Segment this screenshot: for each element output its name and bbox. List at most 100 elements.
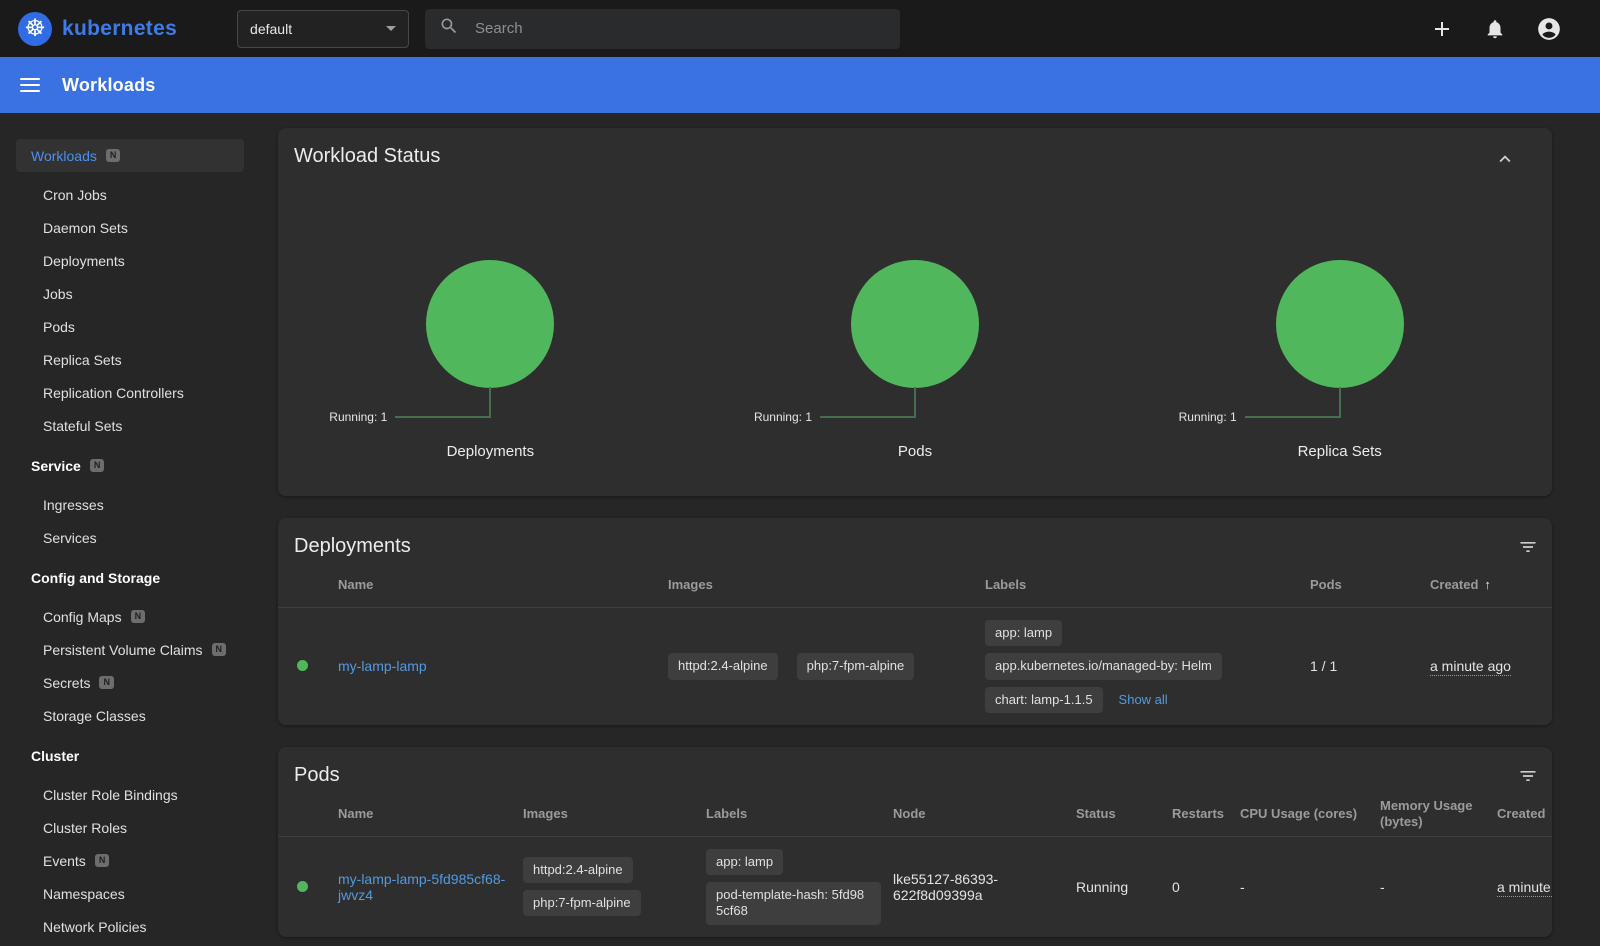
- namespaced-badge: N: [131, 610, 146, 623]
- cpu-usage-cell: -: [1240, 879, 1380, 895]
- chart-title: Deployments: [278, 443, 703, 460]
- sidebar-item-cluster-role-bindings[interactable]: Cluster Role Bindings: [0, 778, 262, 811]
- memory-usage-cell: -: [1380, 879, 1497, 895]
- image-chip: php:7-fpm-alpine: [523, 890, 641, 916]
- image-chip: httpd:2.4-alpine: [668, 653, 778, 679]
- legend-connector-line: [820, 387, 916, 418]
- sidebar-item-deployments[interactable]: Deployments: [0, 244, 262, 277]
- namespaced-badge: N: [212, 643, 227, 656]
- sidebar-item-secrets[interactable]: Secrets N: [0, 666, 262, 699]
- main-content: Workload Status Running: 1 Deployments: [262, 113, 1600, 946]
- search-icon: [439, 16, 459, 41]
- chart-title: Replica Sets: [1127, 443, 1552, 460]
- table-row: my-lamp-lamp httpd:2.4-alpine php:7-fpm-…: [278, 608, 1552, 725]
- brand[interactable]: ☸ kubernetes: [18, 12, 177, 46]
- deployment-name-link[interactable]: my-lamp-lamp: [338, 658, 427, 674]
- sidebar: Workloads N Cron Jobs Daemon Sets Deploy…: [0, 113, 262, 946]
- label-chip: pod-template-hash: 5fd985cf68: [706, 882, 881, 925]
- legend-connector-line: [395, 387, 491, 418]
- sidebar-item-services[interactable]: Services: [0, 521, 262, 554]
- page-title: Workloads: [62, 75, 156, 96]
- column-header-node[interactable]: Node: [893, 806, 1076, 822]
- sidebar-item-network-policies[interactable]: Network Policies: [0, 910, 262, 943]
- menu-icon[interactable]: [20, 78, 40, 92]
- column-header-images[interactable]: Images: [668, 577, 985, 593]
- sidebar-item-persistent-volume-claims[interactable]: Persistent Volume Claims N: [0, 633, 262, 666]
- legend-label: Running: 1: [754, 410, 812, 424]
- filter-icon[interactable]: [1518, 766, 1538, 786]
- column-header-status-text[interactable]: Status: [1076, 806, 1172, 822]
- sidebar-item-cron-jobs[interactable]: Cron Jobs: [0, 178, 262, 211]
- sidebar-item-config-maps[interactable]: Config Maps N: [0, 600, 262, 633]
- namespaced-badge: N: [106, 149, 121, 162]
- node-cell: lke55127-86393-622f8d09399a: [893, 871, 1076, 903]
- column-header-restarts[interactable]: Restarts: [1172, 806, 1240, 822]
- table-row: my-lamp-lamp-5fd985cf68-jwvz4 httpd:2.4-…: [278, 837, 1552, 937]
- sidebar-item-daemon-sets[interactable]: Daemon Sets: [0, 211, 262, 244]
- column-header-name[interactable]: Name: [338, 577, 668, 593]
- column-header-images[interactable]: Images: [523, 806, 706, 822]
- images-cell: httpd:2.4-alpine php:7-fpm-alpine: [668, 653, 985, 679]
- image-chip: httpd:2.4-alpine: [523, 857, 633, 883]
- chevron-up-icon: [1494, 148, 1516, 170]
- column-header-created[interactable]: Created ↑: [1497, 806, 1552, 822]
- deployments-table-header: Name Images Labels Pods Created ↑: [278, 564, 1552, 608]
- pod-name-link[interactable]: my-lamp-lamp-5fd985cf68-jwvz4: [338, 871, 505, 903]
- sidebar-item-jobs[interactable]: Jobs: [0, 277, 262, 310]
- pods-table-header: Name Images Labels Node Status Restarts …: [278, 793, 1552, 837]
- label-chip: chart: lamp-1.1.5: [985, 687, 1103, 713]
- pods-pie-chart: Running: 1 Pods: [703, 260, 1128, 460]
- sidebar-item-namespaces[interactable]: Namespaces: [0, 877, 262, 910]
- deployments-card: Deployments Name Images Labels Pods Crea…: [278, 518, 1552, 725]
- account-circle-icon: [1536, 16, 1562, 42]
- status-ok-icon: [297, 660, 308, 671]
- sidebar-header-cluster[interactable]: Cluster: [0, 739, 262, 772]
- sidebar-item-replica-sets[interactable]: Replica Sets: [0, 343, 262, 376]
- plus-icon: [1430, 17, 1454, 41]
- column-header-memory[interactable]: Memory Usage (bytes): [1380, 798, 1497, 831]
- sidebar-item-stateful-sets[interactable]: Stateful Sets: [0, 409, 262, 442]
- deployments-title: Deployments: [294, 535, 411, 558]
- notifications-button[interactable]: [1484, 18, 1506, 40]
- sidebar-group-workloads: Cron Jobs Daemon Sets Deployments Jobs P…: [0, 178, 262, 442]
- image-chip: php:7-fpm-alpine: [797, 653, 915, 679]
- pie-running-slice: [1276, 260, 1404, 388]
- sidebar-item-workloads[interactable]: Workloads N: [16, 139, 244, 172]
- workload-status-charts: Running: 1 Deployments Running: 1 Pods: [278, 260, 1552, 496]
- column-header-labels[interactable]: Labels: [706, 806, 893, 822]
- sidebar-header-config-and-storage[interactable]: Config and Storage: [0, 561, 262, 594]
- sidebar-item-replication-controllers[interactable]: Replication Controllers: [0, 376, 262, 409]
- images-cell: httpd:2.4-alpine php:7-fpm-alpine: [523, 857, 706, 917]
- search-bar[interactable]: [425, 9, 900, 49]
- column-header-pods[interactable]: Pods: [1310, 577, 1430, 593]
- legend-label: Running: 1: [1179, 410, 1237, 424]
- pie-running-slice: [426, 260, 554, 388]
- replica-sets-pie-chart: Running: 1 Replica Sets: [1127, 260, 1552, 460]
- column-header-name[interactable]: Name: [338, 806, 523, 822]
- sidebar-item-events[interactable]: Events N: [0, 844, 262, 877]
- status-cell: Running: [1076, 879, 1172, 895]
- sidebar-group-config: Config Maps N Persistent Volume Claims N…: [0, 600, 262, 732]
- column-header-cpu[interactable]: CPU Usage (cores): [1240, 806, 1380, 822]
- brand-name: kubernetes: [62, 17, 177, 41]
- filter-icon[interactable]: [1518, 537, 1538, 557]
- create-resource-button[interactable]: [1430, 17, 1454, 41]
- workload-status-card: Workload Status Running: 1 Deployments: [278, 128, 1552, 496]
- search-input[interactable]: [475, 20, 886, 37]
- sidebar-item-cluster-roles[interactable]: Cluster Roles: [0, 811, 262, 844]
- collapse-section-button[interactable]: [1494, 148, 1516, 170]
- sidebar-item-pods[interactable]: Pods: [0, 310, 262, 343]
- show-all-link[interactable]: Show all: [1119, 692, 1168, 707]
- account-button[interactable]: [1536, 16, 1562, 42]
- label-chip: app: lamp: [706, 849, 783, 875]
- namespace-selector[interactable]: default: [237, 10, 409, 48]
- header-actions: [1430, 16, 1562, 42]
- sidebar-item-ingresses[interactable]: Ingresses: [0, 488, 262, 521]
- sidebar-item-storage-classes[interactable]: Storage Classes: [0, 699, 262, 732]
- legend-connector-line: [1245, 387, 1341, 418]
- column-header-labels[interactable]: Labels: [985, 577, 1310, 593]
- chart-title: Pods: [703, 443, 1128, 460]
- restarts-cell: 0: [1172, 879, 1240, 895]
- column-header-created[interactable]: Created ↑: [1430, 577, 1536, 593]
- sidebar-item-service[interactable]: Service N: [0, 449, 262, 482]
